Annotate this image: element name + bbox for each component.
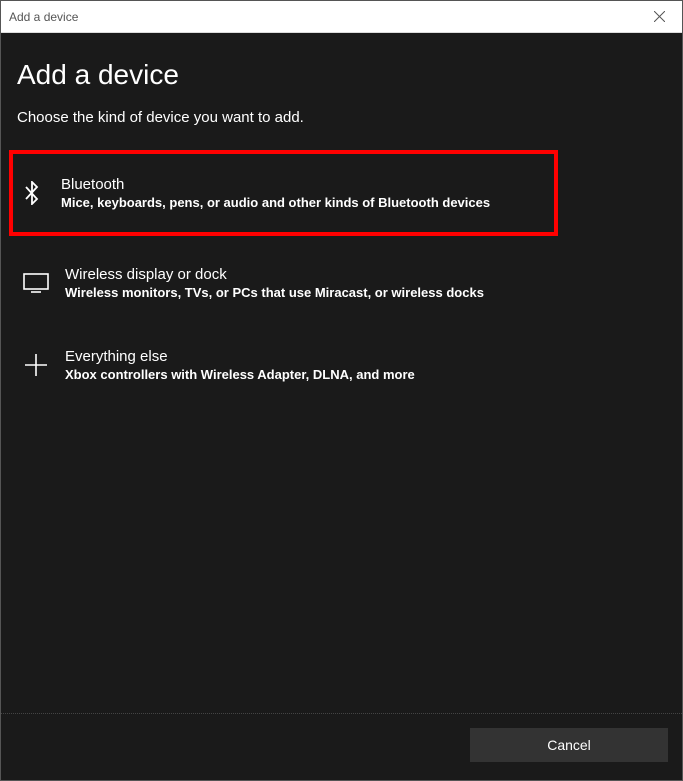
cancel-button[interactable]: Cancel [470, 728, 668, 762]
option-everything-else[interactable]: Everything else Xbox controllers with Wi… [17, 332, 666, 400]
close-button[interactable] [636, 1, 682, 33]
dialog-footer: Cancel [1, 713, 682, 780]
option-wireless-text: Wireless display or dock Wireless monito… [65, 266, 484, 300]
bluetooth-icon [19, 180, 45, 206]
device-options-list: Bluetooth Mice, keyboards, pens, or audi… [17, 150, 666, 414]
close-icon [654, 11, 665, 22]
option-everything-text: Everything else Xbox controllers with Wi… [65, 348, 415, 382]
option-wireless-title: Wireless display or dock [65, 266, 484, 283]
page-heading: Add a device [17, 59, 666, 91]
titlebar-title: Add a device [9, 10, 78, 24]
plus-icon [23, 352, 49, 378]
option-everything-desc: Xbox controllers with Wireless Adapter, … [65, 367, 415, 382]
option-bluetooth-title: Bluetooth [61, 176, 490, 193]
titlebar: Add a device [1, 1, 682, 33]
option-bluetooth-text: Bluetooth Mice, keyboards, pens, or audi… [61, 176, 490, 210]
option-bluetooth-desc: Mice, keyboards, pens, or audio and othe… [61, 195, 490, 210]
option-wireless-display[interactable]: Wireless display or dock Wireless monito… [17, 250, 666, 318]
option-wireless-desc: Wireless monitors, TVs, or PCs that use … [65, 285, 484, 300]
option-bluetooth[interactable]: Bluetooth Mice, keyboards, pens, or audi… [9, 150, 558, 236]
monitor-icon [23, 270, 49, 296]
option-everything-title: Everything else [65, 348, 415, 365]
page-subheading: Choose the kind of device you want to ad… [17, 109, 666, 126]
dialog-content: Add a device Choose the kind of device y… [1, 33, 682, 713]
